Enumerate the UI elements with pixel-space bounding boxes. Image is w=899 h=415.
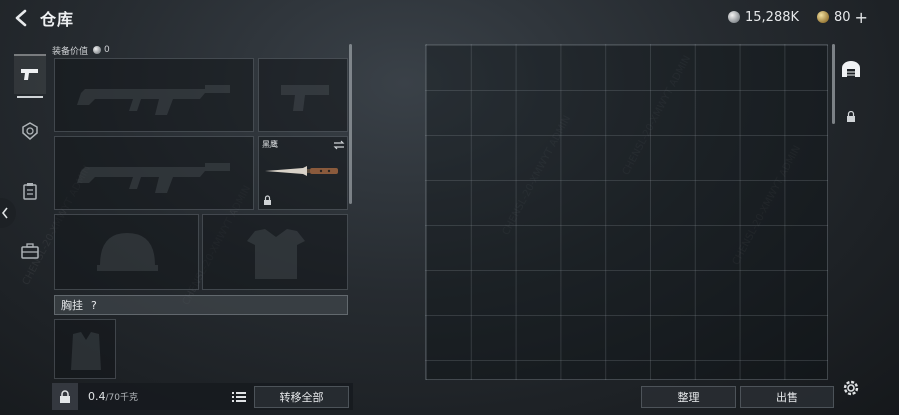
lock-toggle-button[interactable] <box>52 383 78 410</box>
secondary-weapon-slot[interactable] <box>258 58 348 132</box>
sort-button[interactable]: 整理 <box>641 386 736 408</box>
nav-tab-supplies[interactable] <box>14 232 46 270</box>
primary-weapon-slot-2[interactable] <box>54 136 254 210</box>
vest-silhouette-icon <box>247 229 305 279</box>
list-icon <box>232 392 246 402</box>
rifle-silhouette-icon <box>77 163 230 193</box>
armor-slot[interactable] <box>202 214 348 290</box>
chevron-left-icon <box>15 9 27 27</box>
briefcase-icon <box>21 243 39 259</box>
equipment-scrollbar[interactable] <box>349 44 352 204</box>
active-indicator <box>17 96 43 98</box>
equipment-value: 装备价值 0 <box>52 44 110 57</box>
melee-weapon-slot[interactable]: 黑鹰 <box>258 136 348 210</box>
silver-amount: 15,288K <box>745 9 800 25</box>
swap-icon[interactable] <box>333 140 345 150</box>
equipment-value-label: 装备价值 <box>52 46 89 57</box>
gold-currency[interactable]: 80 + <box>817 8 868 27</box>
silver-currency: 15,288K <box>728 9 799 25</box>
chest-rig-slot[interactable] <box>54 319 116 379</box>
melee-item-name: 黑鹰 <box>262 140 278 149</box>
lock-icon <box>264 195 271 205</box>
clipboard-icon <box>23 183 37 200</box>
weight-max: /70千克 <box>105 393 139 403</box>
lock-icon <box>60 389 70 403</box>
nav-tab-tasks[interactable] <box>14 172 46 210</box>
rifle-silhouette-icon <box>77 85 230 115</box>
gold-amount: 80 <box>834 9 851 25</box>
transfer-all-button[interactable]: 转移全部 <box>254 386 349 408</box>
primary-weapon-slot-1[interactable] <box>54 58 254 132</box>
storage-grid[interactable] <box>425 44 828 380</box>
pistol-icon <box>21 69 38 80</box>
back-button[interactable] <box>12 8 32 28</box>
list-view-button[interactable] <box>229 387 249 407</box>
sell-button[interactable]: 出售 <box>740 386 834 408</box>
chest-rig-header: 胸挂 ? <box>54 295 348 315</box>
silver-coin-icon <box>93 46 102 54</box>
settings-button[interactable] <box>841 378 861 398</box>
knife-icon <box>265 166 338 176</box>
helmet-slot[interactable] <box>54 214 199 290</box>
gear-icon <box>843 380 859 396</box>
add-currency-button[interactable]: + <box>855 8 868 27</box>
storage-scrollbar[interactable] <box>832 44 835 124</box>
carry-weight: 0.4/70千克 <box>88 390 138 403</box>
armor-badge-icon <box>22 122 38 140</box>
equipment-value-amount: 0 <box>104 45 110 55</box>
storage-tab-locked[interactable] <box>838 102 864 132</box>
silver-coin-icon <box>728 11 740 23</box>
nav-tab-weapons[interactable] <box>14 54 46 98</box>
page-title: 仓库 <box>40 10 75 29</box>
pistol-silhouette-icon <box>281 85 329 111</box>
chevron-left-icon <box>1 207 8 219</box>
helmet-silhouette-icon <box>97 233 158 271</box>
chest-rig-silhouette-icon <box>71 332 101 370</box>
gold-coin-icon <box>817 11 829 23</box>
nav-tab-armor[interactable] <box>14 112 46 150</box>
help-icon[interactable]: ? <box>91 299 97 312</box>
equipment-panel: 装备价值 0 黑鹰 胸挂 ? <box>52 44 353 382</box>
weight-current: 0.4 <box>88 390 106 403</box>
chest-rig-label: 胸挂 <box>61 299 83 312</box>
lock-icon <box>847 111 855 122</box>
storage-tab-warehouse[interactable] <box>838 54 864 84</box>
warehouse-icon <box>842 61 860 77</box>
